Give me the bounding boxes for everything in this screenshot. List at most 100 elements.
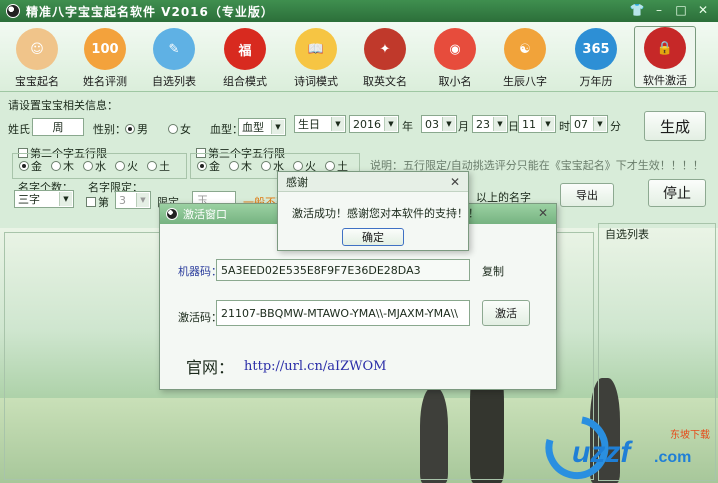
toolbar-item-label: 诗词模式 xyxy=(294,75,338,88)
radio-unchecked-icon xyxy=(83,161,93,171)
radio-unchecked-icon xyxy=(147,161,157,171)
blood-type-select[interactable]: 血型 ▼ xyxy=(238,118,286,136)
month-value: 03 xyxy=(425,117,439,131)
radio-unchecked-icon xyxy=(325,161,335,171)
year-select[interactable]: 2016 ▼ xyxy=(349,115,399,133)
app-logo-icon xyxy=(166,208,178,220)
toolbar-item[interactable]: 📖 诗词模式 xyxy=(285,28,347,89)
birthday-value: 生日 xyxy=(298,118,320,131)
toolbar-item-label: 软件激活 xyxy=(643,74,687,87)
wuxing-radio[interactable]: 木 xyxy=(51,158,74,174)
ok-button[interactable]: 确定 xyxy=(342,228,404,246)
wuxing-label: 木 xyxy=(63,160,74,173)
thanks-dialog: 感谢 ✕ 激活成功！感谢您对本软件的支持！！ 确定 xyxy=(277,171,479,251)
radio-checked-icon xyxy=(19,161,29,171)
chevron-down-icon: ▼ xyxy=(331,117,344,131)
hour-unit: 时 xyxy=(559,120,570,133)
minimize-icon[interactable]: – xyxy=(648,2,670,18)
website-link[interactable]: http://url.cn/aIZWOM xyxy=(244,359,386,374)
toolbar-item-label: 万年历 xyxy=(579,75,613,88)
close-icon[interactable]: ✕ xyxy=(538,206,548,220)
gender-label: 性别： xyxy=(93,123,126,136)
copy-link[interactable]: 复制 xyxy=(482,263,504,279)
gender-female-radio[interactable]: 女 xyxy=(168,121,191,137)
uzzf-logo: uzzf .com 东坡下载 xyxy=(545,416,710,480)
maximize-icon[interactable]: □ xyxy=(670,2,692,18)
skin-icon[interactable]: 👕 xyxy=(626,2,648,18)
crest-icon: ✦ xyxy=(364,28,406,70)
chevron-down-icon: ▼ xyxy=(59,192,72,206)
toolbar-item-label: 姓名评测 xyxy=(83,75,127,88)
toolbar-item[interactable]: 100 姓名评测 xyxy=(74,28,136,89)
chevron-down-icon: ▼ xyxy=(442,117,455,131)
name-count-select[interactable]: 三字 ▼ xyxy=(14,190,74,208)
toolbar-item[interactable]: ◉ 取小名 xyxy=(424,28,486,89)
toolbar-item[interactable]: 🔒 软件激活 xyxy=(634,26,696,88)
wuxing-radio[interactable]: 火 xyxy=(115,158,138,174)
chevron-down-icon: ▼ xyxy=(541,117,554,131)
selected-list-caption: 自选列表 xyxy=(605,228,649,241)
website-label: 官网： xyxy=(186,358,235,377)
bird-book-icon: ✎ xyxy=(153,28,195,70)
limit-position-label: 第 xyxy=(98,196,109,209)
birthday-select[interactable]: 生日 ▼ xyxy=(294,115,346,133)
uzzf-watermark: uzzf .com 东坡下载 xyxy=(542,410,718,480)
hour-select[interactable]: 11 ▼ xyxy=(518,115,556,133)
machine-code-field[interactable]: 5A3EED02E535E8F9F7E36DE28DA3 xyxy=(216,259,470,281)
toolbar-item[interactable]: ☯ 生辰八字 xyxy=(494,28,556,89)
svg-text:东坡下载: 东坡下载 xyxy=(670,428,710,441)
toolbar-item[interactable]: 365 万年历 xyxy=(565,28,627,89)
wuxing-radio[interactable]: 水 xyxy=(83,158,106,174)
open-book-icon: 📖 xyxy=(295,28,337,70)
year-value: 2016 xyxy=(353,117,381,131)
chevron-down-icon: ▼ xyxy=(136,193,149,207)
wuxing-label: 金 xyxy=(31,160,42,173)
wuxing-radio[interactable]: 金 xyxy=(19,158,42,174)
name-limit-checkbox[interactable]: 第 xyxy=(86,194,109,210)
toolbar-item[interactable]: ✎ 自选列表 xyxy=(143,28,205,89)
gender-male-label: 男 xyxy=(137,123,148,136)
wuxing-radio[interactable]: 木 xyxy=(229,158,252,174)
wuxing-radio[interactable]: 金 xyxy=(197,158,220,174)
main-toolbar: ☺ 宝宝起名 100 姓名评测 ✎ 自选列表 福组合模式 📖 诗词模式 ✦ 取英文名 ◉ 取小名 ☯ 生辰八… xyxy=(0,22,718,92)
month-select[interactable]: 03 ▼ xyxy=(421,115,457,133)
yin-yang-icon: ☯ xyxy=(504,28,546,70)
activation-dialog-title: 激活窗口 xyxy=(183,208,227,221)
calendar-365-icon: 365 xyxy=(575,28,617,70)
chevron-down-icon: ▼ xyxy=(593,117,606,131)
red-lantern-icon: 福 xyxy=(224,28,266,70)
wuxing-label: 土 xyxy=(159,160,170,173)
minute-select[interactable]: 07 ▼ xyxy=(570,115,608,133)
stop-button[interactable]: 停止 xyxy=(648,179,706,207)
minute-value: 07 xyxy=(574,117,588,131)
radio-unchecked-icon xyxy=(261,161,271,171)
toolbar-item-label: 生辰八字 xyxy=(503,75,547,88)
limit-position-select[interactable]: 3 ▼ xyxy=(115,191,151,209)
thanks-dialog-title: 感谢 xyxy=(286,175,308,189)
export-button[interactable]: 导出 xyxy=(560,183,614,207)
close-icon[interactable]: ✕ xyxy=(692,2,714,18)
activate-button[interactable]: 激活 xyxy=(482,300,530,326)
close-icon[interactable]: ✕ xyxy=(450,175,460,189)
limit-position-value: 3 xyxy=(119,193,126,207)
thanks-message: 激活成功！感谢您对本软件的支持！！ xyxy=(292,207,479,220)
chevron-down-icon: ▼ xyxy=(384,117,397,131)
lock-icon: 🔒 xyxy=(644,27,686,69)
wuxing-radio[interactable]: 土 xyxy=(147,158,170,174)
toolbar-item[interactable]: ☺ 宝宝起名 xyxy=(6,28,68,89)
toolbar-item[interactable]: 福组合模式 xyxy=(214,28,276,89)
toolbar-item-label: 宝宝起名 xyxy=(15,75,59,88)
wuxing-label: 木 xyxy=(241,160,252,173)
gender-male-radio[interactable]: 男 xyxy=(125,121,148,137)
surname-input[interactable]: 周 xyxy=(32,118,84,136)
activation-code-input[interactable]: 21107-BBQMW-MTAWO-YMA\\-MJAXM-YMA\\ xyxy=(216,300,470,326)
day-select[interactable]: 23 ▼ xyxy=(472,115,508,133)
year-unit: 年 xyxy=(402,120,413,133)
month-unit: 月 xyxy=(458,120,469,133)
generate-button[interactable]: 生成 xyxy=(644,111,706,141)
title-bar: 精准八字宝宝起名软件 V2016（专业版） 👕 – □ ✕ xyxy=(0,0,718,22)
toolbar-item[interactable]: ✦ 取英文名 xyxy=(354,28,416,89)
radio-checked-icon xyxy=(125,124,135,134)
baby-face-icon: ☺ xyxy=(16,28,58,70)
name-count-value: 三字 xyxy=(18,193,40,206)
